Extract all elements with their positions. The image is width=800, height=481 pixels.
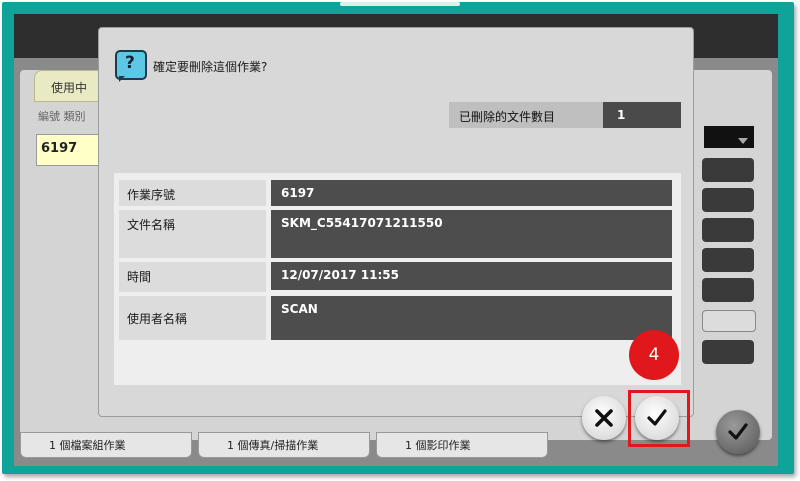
bottom-button-copy-jobs[interactable]: 1 個影印作業 <box>376 432 548 458</box>
document-name-value: SKM_C55417071211550 <box>271 210 672 258</box>
question-icon-tail <box>119 76 125 82</box>
time-label: 時間 <box>119 262 266 292</box>
side-button[interactable] <box>702 340 754 364</box>
dialog-title: 確定要刪除這個作業? <box>153 60 268 74</box>
job-number-value: 6197 <box>271 180 672 206</box>
job-number-label: 作業序號 <box>119 180 266 206</box>
checkmark-icon <box>728 423 748 440</box>
side-button[interactable] <box>702 248 754 272</box>
time-value: 12/07/2017 11:55 <box>271 262 672 290</box>
user-name-label: 使用者名稱 <box>119 296 266 340</box>
screen-ok-button[interactable] <box>716 410 760 454</box>
side-button[interactable] <box>702 188 754 212</box>
side-button[interactable] <box>702 158 754 182</box>
document-name-label: 文件名稱 <box>119 210 266 258</box>
step-number-badge: 4 <box>629 330 679 380</box>
side-button[interactable] <box>702 278 754 302</box>
cancel-button[interactable] <box>582 396 626 440</box>
bottom-button-group-jobs[interactable]: 1 個檔案組作業 <box>20 432 192 458</box>
frame-notch <box>340 2 460 6</box>
deleted-count-label: 已刪除的文件數目 <box>449 102 603 128</box>
confirm-highlight-box <box>628 390 690 447</box>
chevron-down-icon[interactable] <box>738 138 748 144</box>
dropdown-field[interactable] <box>704 126 754 148</box>
bottom-button-fax-scan-jobs[interactable]: 1 個傳真/掃描作業 <box>198 432 370 458</box>
job-info-panel: 作業序號 6197 文件名稱 SKM_C55417071211550 時間 12… <box>114 173 681 385</box>
close-icon <box>595 409 613 427</box>
deleted-count-value: 1 <box>603 102 681 128</box>
delete-confirm-dialog: ? 確定要刪除這個作業? 已刪除的文件數目 1 作業序號 6197 文件名稱 S… <box>99 28 693 416</box>
column-headers: 編號 類別 <box>38 110 86 123</box>
tab-in-progress[interactable]: 使用中 <box>34 70 106 102</box>
user-name-value: SCAN <box>271 296 672 340</box>
side-button[interactable] <box>702 218 754 242</box>
side-button[interactable] <box>702 310 756 332</box>
